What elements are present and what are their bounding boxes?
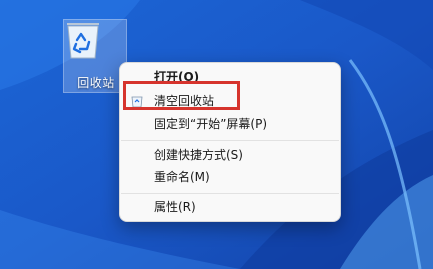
menu-item-label: 创建快捷方式(S) (154, 148, 243, 162)
recycle-bin-icon (67, 23, 99, 59)
menu-item-rename[interactable]: 重命名(M) (120, 166, 340, 188)
menu-item-pin-to-start[interactable]: 固定到“开始”屏幕(P) (120, 113, 340, 135)
menu-item-label: 重命名(M) (154, 170, 210, 184)
recycle-bin-icon (131, 96, 143, 108)
menu-item-label: 打开(O) (154, 70, 200, 84)
menu-item-label: 清空回收站 (154, 94, 215, 108)
menu-item-open[interactable]: 打开(O) (120, 66, 340, 88)
menu-item-label: 属性(R) (154, 200, 196, 214)
menu-separator (121, 140, 339, 141)
menu-item-properties[interactable]: 属性(R) (120, 196, 340, 218)
menu-item-create-shortcut[interactable]: 创建快捷方式(S) (120, 144, 340, 166)
recycle-bin-desktop-icon[interactable]: 回收站 (63, 19, 127, 93)
menu-item-label: 固定到“开始”屏幕(P) (154, 117, 268, 131)
menu-separator (121, 193, 339, 194)
menu-item-empty-recycle-bin[interactable]: 清空回收站 (120, 90, 340, 112)
context-menu: 打开(O) 清空回收站 固定到“开始”屏幕(P) 创建快捷方式(S) 重命名(M… (119, 62, 341, 222)
